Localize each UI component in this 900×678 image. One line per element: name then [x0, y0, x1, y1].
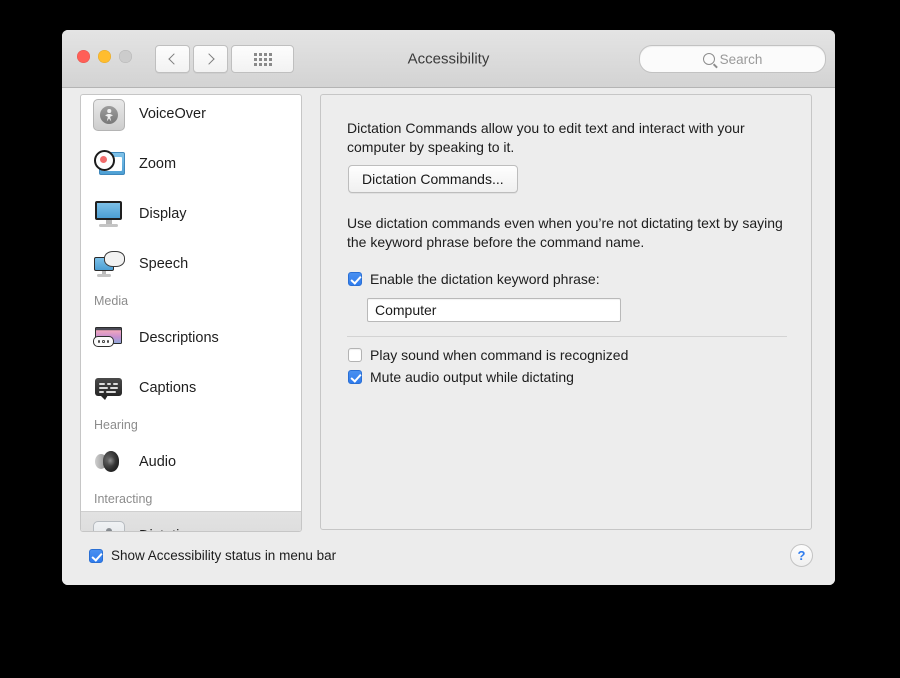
show-status-label: Show Accessibility status in menu bar — [111, 548, 337, 563]
sidebar-item-label: Display — [139, 206, 187, 222]
enable-keyword-phrase-label: Enable the dictation keyword phrase: — [370, 271, 600, 287]
screen: Accessibility Search VoiceOver Zoom Disp… — [0, 0, 900, 678]
play-sound-checkbox[interactable] — [348, 348, 362, 362]
window-body: VoiceOver Zoom Display Speech Media Desc… — [62, 88, 835, 585]
audio-icon — [93, 446, 125, 478]
speech-icon — [93, 248, 125, 280]
search-icon — [702, 53, 715, 65]
help-button[interactable]: ? — [790, 544, 813, 567]
sidebar-item-label: Speech — [139, 256, 189, 272]
sidebar-item-display[interactable]: Display — [81, 189, 301, 239]
category-list-inner: VoiceOver Zoom Display Speech Media Desc… — [81, 95, 301, 531]
traffic-light-group — [77, 50, 132, 63]
dictation-description-1: Dictation Commands allow you to edit tex… — [347, 120, 745, 155]
show-status-row[interactable]: Show Accessibility status in menu bar — [89, 548, 336, 563]
sidebar-group-interacting: Interacting — [94, 492, 153, 506]
play-sound-label: Play sound when command is recognized — [370, 347, 629, 363]
sidebar-item-dictation[interactable]: Dictation — [81, 511, 301, 531]
sidebar-item-label: Audio — [139, 454, 177, 470]
zoom-icon — [93, 148, 125, 180]
close-button[interactable] — [77, 50, 90, 63]
voiceover-icon — [93, 98, 125, 131]
sidebar-item-label: Dictation — [139, 528, 195, 531]
show-all-button[interactable] — [231, 45, 294, 73]
search-field[interactable]: Search — [639, 45, 826, 73]
sidebar-group-media: Media — [94, 294, 129, 308]
minimize-button[interactable] — [98, 50, 111, 63]
sidebar-item-label: Captions — [139, 380, 197, 396]
sidebar-item-zoom[interactable]: Zoom — [81, 139, 301, 189]
chevron-left-icon — [168, 53, 180, 65]
system-preferences-window: Accessibility Search VoiceOver Zoom Disp… — [62, 30, 835, 585]
zoom-button[interactable] — [119, 50, 132, 63]
dictation-description-2: Use dictation commands even when you’re … — [347, 215, 783, 250]
sidebar-item-speech[interactable]: Speech — [81, 239, 301, 289]
descriptions-icon — [93, 322, 125, 354]
sidebar-item-label: VoiceOver — [139, 106, 206, 122]
enable-keyword-phrase-row[interactable]: Enable the dictation keyword phrase: — [348, 271, 600, 287]
accessibility-category-list[interactable]: VoiceOver Zoom Display Speech Media Desc… — [80, 94, 302, 532]
forward-button[interactable] — [193, 45, 228, 73]
enable-keyword-phrase-checkbox[interactable] — [348, 272, 362, 286]
display-icon — [93, 198, 125, 230]
show-status-checkbox[interactable] — [89, 548, 103, 563]
dictation-icon — [93, 520, 125, 531]
settings-divider — [347, 336, 787, 337]
back-button[interactable] — [155, 45, 190, 73]
sidebar-item-descriptions[interactable]: Descriptions — [81, 313, 301, 363]
grid-icon — [253, 52, 272, 66]
sidebar-group-hearing: Hearing — [94, 418, 138, 432]
sidebar-item-label: Descriptions — [139, 330, 219, 346]
sidebar-item-label: Zoom — [139, 156, 177, 172]
sidebar-item-captions[interactable]: Captions — [81, 363, 301, 413]
dictation-commands-button[interactable]: Dictation Commands... — [348, 165, 518, 193]
captions-icon — [93, 372, 125, 404]
keyword-phrase-input[interactable]: Computer — [367, 298, 621, 322]
window-titlebar: Accessibility Search — [62, 30, 835, 88]
play-sound-row[interactable]: Play sound when command is recognized — [348, 347, 628, 363]
sidebar-item-voiceover[interactable]: VoiceOver — [81, 95, 301, 139]
sidebar-item-audio[interactable]: Audio — [81, 437, 301, 487]
chevron-right-icon — [203, 53, 215, 65]
mute-audio-label: Mute audio output while dictating — [370, 369, 574, 385]
mute-audio-checkbox[interactable] — [348, 370, 362, 384]
dictation-settings-panel: Dictation Commands allow you to edit tex… — [320, 94, 812, 530]
mute-audio-row[interactable]: Mute audio output while dictating — [348, 369, 574, 385]
search-placeholder: Search — [719, 51, 763, 67]
navigation-button-group — [155, 45, 228, 73]
